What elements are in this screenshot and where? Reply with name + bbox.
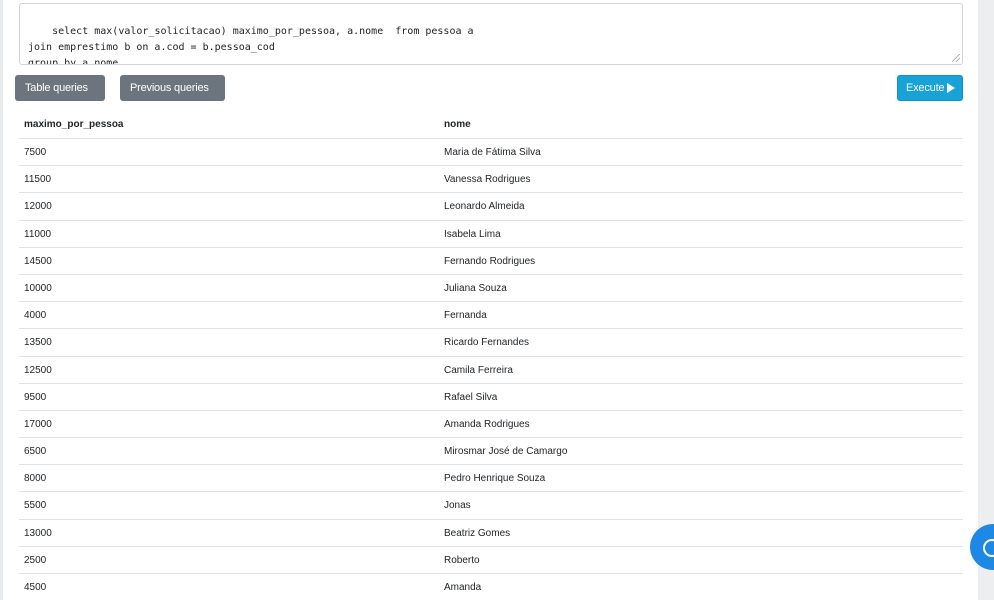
cell-nome: Beatriz Gomes [444,527,511,539]
table-queries-label: Table queries [25,82,88,94]
cell-maximo-por-pessoa: 17000 [24,418,52,430]
cell-nome: Camila Ferreira [444,364,513,376]
play-icon [947,83,956,94]
cell-nome: Fernanda [444,310,487,322]
cell-nome: Jonas [444,500,471,512]
table-row: 6500 Mirosmar José de Camargo [19,438,963,466]
chat-bubble-icon [983,539,994,557]
table-row: 8000 Pedro Henrique Souza [19,465,963,493]
table-row: 14500 Fernando Rodrigues [19,248,963,275]
table-row: 13500 Ricardo Fernandes [19,329,963,357]
cell-nome: Ricardo Fernandes [444,337,530,349]
cell-maximo-por-pessoa: 12000 [24,201,52,213]
cell-nome: Amanda Rodrigues [444,418,530,430]
cell-maximo-por-pessoa: 11500 [24,174,52,186]
cell-maximo-por-pessoa: 7500 [24,147,47,158]
cell-maximo-por-pessoa: 9500 [24,391,47,403]
table-row: 12500 Camila Ferreira [19,357,963,384]
cell-maximo-por-pessoa: 4500 [24,582,47,593]
table-row: 12000 Leonardo Almeida [19,193,963,221]
cell-maximo-por-pessoa: 13500 [24,337,52,349]
table-row: 17000 Amanda Rodrigues [19,411,963,439]
cell-nome: Leonardo Almeida [444,201,525,213]
table-row: 4000 Fernanda [19,302,963,330]
resize-grip-icon[interactable] [952,54,960,62]
table-row: 9500 Rafael Silva [19,384,963,411]
left-panel-edge [0,0,3,600]
cell-nome: Fernando Rodrigues [444,255,536,267]
cell-maximo-por-pessoa: 4000 [24,310,47,322]
execute-button[interactable]: Execute [897,75,963,101]
table-queries-dropdown[interactable]: Table queries [15,75,105,117]
page-scrollbar[interactable] [978,0,994,600]
cell-nome: Isabela Lima [444,228,501,240]
table-row: 10000 Juliana Souza [19,275,963,303]
sql-query-editor[interactable]: select max(valor_solicitacao) maximo_por… [19,3,963,65]
cell-nome: Maria de Fátima Silva [444,147,541,158]
table-row: 13000 Beatriz Gomes [19,520,963,547]
chat-widget-button[interactable] [970,524,994,570]
cell-nome: Juliana Souza [444,282,507,294]
table-row: 2500 Roberto [19,547,963,574]
results-table: maximo_por_pessoa nome 7500 Maria de Fáti… [19,111,963,600]
cell-nome: Pedro Henrique Souza [444,473,546,485]
column-header-maximo-por-pessoa: maximo_por_pessoa [24,119,124,130]
cell-maximo-por-pessoa: 10000 [24,282,52,294]
sql-query-text[interactable]: select max(valor_solicitacao) maximo_por… [28,26,474,64]
previous-queries-label: Previous queries [130,82,209,94]
table-row: 5500 Jonas [19,492,963,520]
cell-nome: Vanessa Rodrigues [444,174,531,186]
sql-console-page: select max(valor_solicitacao) maximo_por… [0,0,994,600]
execute-label: Execute [906,82,945,94]
cell-maximo-por-pessoa: 2500 [24,554,47,566]
cell-nome: Rafael Silva [444,391,498,403]
cell-nome: Amanda [444,582,482,593]
cell-nome: Roberto [444,554,480,566]
cell-maximo-por-pessoa: 13000 [24,527,52,539]
cell-maximo-por-pessoa: 6500 [24,446,47,458]
cell-maximo-por-pessoa: 8000 [24,473,47,485]
table-row: 7500 Maria de Fátima Silva [19,139,963,167]
cell-nome: Mirosmar José de Camargo [444,446,568,458]
cell-maximo-por-pessoa: 12500 [24,364,52,376]
cell-maximo-por-pessoa: 5500 [24,500,47,512]
table-row: 11000 Isabela Lima [19,221,963,248]
table-row: 11500 Vanessa Rodrigues [19,166,963,194]
column-header-nome: nome [444,119,471,130]
table-header: maximo_por_pessoa nome [19,111,963,139]
cell-maximo-por-pessoa: 11000 [24,228,52,240]
previous-queries-dropdown[interactable]: Previous queries [120,75,225,117]
cell-maximo-por-pessoa: 14500 [24,255,52,267]
table-row: 4500 Amanda [19,574,963,600]
